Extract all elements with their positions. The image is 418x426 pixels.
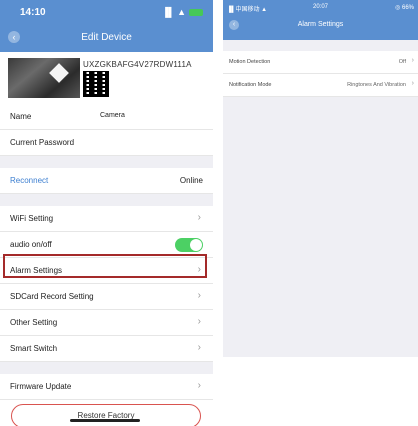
chevron-right-icon: ›: [197, 342, 201, 353]
notification-mode-row[interactable]: Notification Mode Ringtones And Vibratio…: [223, 74, 418, 97]
audio-toggle[interactable]: [175, 238, 203, 252]
light-glare: [49, 63, 69, 83]
chevron-right-icon: ›: [197, 380, 201, 391]
wifi-setting-row[interactable]: WiFi Setting ›: [0, 206, 213, 232]
section-gap: [0, 362, 213, 374]
alarm-settings-highlight: [3, 254, 207, 278]
motion-detection-label: Motion Detection: [229, 59, 271, 65]
page-title: Alarm Settings: [297, 21, 344, 28]
camera-thumbnail[interactable]: [8, 58, 80, 98]
firmware-update-row[interactable]: Firmware Update ›: [0, 374, 213, 400]
qr-code-icon[interactable]: [83, 71, 109, 97]
chevron-right-icon: ›: [197, 290, 201, 301]
status-time: 20:07: [312, 4, 328, 10]
motion-detection-row[interactable]: Motion Detection Off ›: [223, 51, 418, 74]
audio-label: audio on/off: [10, 240, 52, 249]
reconnect-row[interactable]: Reconnect Online: [0, 168, 213, 194]
edit-device-header: 14:10 ▐▌ ▲ ‹ Edit Device: [0, 0, 213, 52]
battery-status: ◎ 66%: [395, 5, 414, 11]
motion-detection-value: Off: [398, 59, 406, 65]
section-gap: [0, 194, 213, 206]
firmware-update-label: Firmware Update: [10, 382, 72, 391]
chevron-right-icon: ›: [197, 316, 201, 327]
notification-mode-value: Ringtones And Vibration: [347, 82, 406, 88]
chevron-right-icon: ›: [411, 80, 414, 87]
name-label: Name: [10, 112, 32, 121]
status-bar: 14:10 ▐▌ ▲: [20, 5, 203, 21]
status-time: 14:10: [20, 7, 46, 18]
page-title: Edit Device: [81, 32, 132, 43]
current-password-row[interactable]: Current Password: [0, 130, 213, 156]
signal-icon: ▐▌ ▲: [162, 7, 203, 17]
name-value: Camera: [100, 112, 125, 119]
notification-mode-label: Notification Mode: [229, 82, 272, 88]
settings-list: Name Camera Current Password Reconnect O…: [0, 104, 213, 400]
sdcard-record-row[interactable]: SDCard Record Setting ›: [0, 284, 213, 310]
chevron-right-icon: ›: [411, 57, 414, 64]
edit-device-screen: 14:10 ▐▌ ▲ ‹ Edit Device UXZGKBAFG4V27RD…: [0, 0, 213, 426]
alarm-settings-list: Motion Detection Off › Notification Mode…: [223, 51, 418, 97]
battery-icon: [189, 9, 203, 17]
other-setting-row[interactable]: Other Setting ›: [0, 310, 213, 336]
home-indicator: [70, 419, 140, 422]
wifi-setting-label: WiFi Setting: [10, 214, 54, 223]
name-row[interactable]: Name Camera: [0, 104, 213, 130]
device-id: UXZGKBAFG4V27RDW111A: [83, 60, 192, 69]
current-password-label: Current Password: [10, 138, 75, 147]
smart-switch-label: Smart Switch: [10, 344, 58, 353]
other-setting-label: Other Setting: [10, 318, 58, 327]
section-gap: [0, 156, 213, 168]
smart-switch-row[interactable]: Smart Switch ›: [0, 336, 213, 362]
device-card: UXZGKBAFG4V27RDW111A: [0, 54, 213, 102]
reconnect-link[interactable]: Reconnect: [10, 176, 48, 185]
chevron-right-icon: ›: [197, 212, 201, 223]
alarm-settings-screen: ▐▌中国移动 ▲ 20:07 ◎ 66% ‹ Alarm Settings Mo…: [223, 0, 418, 357]
online-status: Online: [179, 176, 203, 185]
restore-factory-button[interactable]: Restore Factory: [11, 404, 201, 426]
sdcard-record-label: SDCard Record Setting: [10, 292, 94, 301]
alarm-settings-header: ▐▌中国移动 ▲ 20:07 ◎ 66% ‹ Alarm Settings: [223, 0, 418, 40]
status-bar: ▐▌中国移动 ▲ 20:07 ◎ 66%: [227, 4, 414, 14]
